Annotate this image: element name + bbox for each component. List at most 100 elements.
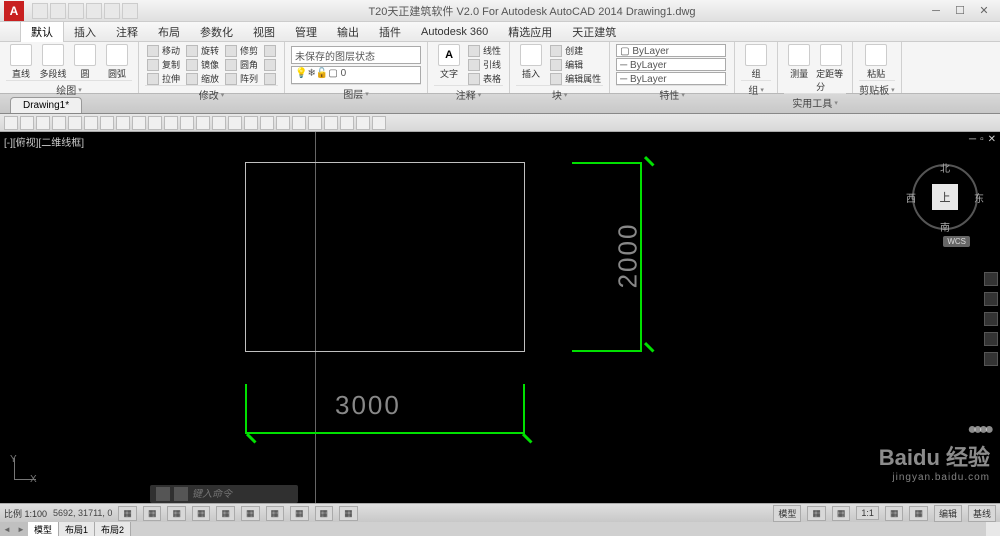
horizontal-dimension[interactable] [245,432,525,434]
tb-btn[interactable] [132,116,146,130]
viewcube-face[interactable]: 上 [932,184,958,210]
tb-btn[interactable] [196,116,210,130]
status-toggle[interactable]: ▦ [909,506,928,521]
line-button[interactable]: 直线 [6,44,36,80]
panel-label[interactable]: 绘图 [6,80,132,98]
status-toggle[interactable]: ▦ [167,506,186,521]
text-button[interactable]: A文字 [434,44,464,85]
command-input[interactable] [192,489,292,500]
modelspace-button[interactable]: 模型 [773,505,801,522]
panel-label[interactable]: 剪贴板 [859,80,895,98]
tb-btn[interactable] [260,116,274,130]
viewport-restore-icon[interactable]: ▫ [980,134,984,145]
qat-btn[interactable] [122,3,138,19]
status-toggle[interactable]: ▦ [339,506,358,521]
status-toggle[interactable]: ▦ [216,506,235,521]
status-toggle[interactable]: ▦ [315,506,334,521]
viewport-minimize-icon[interactable]: ─ [969,134,976,145]
lineweight-combo[interactable]: ─ ByLayer [616,58,726,71]
mirror-button[interactable]: 镜像 [184,58,221,71]
layer-combo[interactable]: 💡❄🔓▢ 0 [291,66,421,84]
panel-label[interactable]: 实用工具 [784,93,846,111]
leader-button[interactable]: 引线 [466,58,503,71]
edit-block-button[interactable]: 编辑 [548,58,603,71]
nav-zoom-icon[interactable] [984,312,998,326]
rectangle-entity[interactable] [245,162,525,352]
stretch-button[interactable]: 拉伸 [145,72,182,85]
tb-btn[interactable] [244,116,258,130]
scroll-right-icon[interactable]: ► [14,522,28,536]
edit-button[interactable]: 编辑 [934,505,962,522]
mod-extra[interactable] [262,58,278,71]
table-button[interactable]: 表格 [466,72,503,85]
status-toggle[interactable]: ▦ [290,506,309,521]
polyline-button[interactable]: 多段线 [38,44,68,80]
tab-plugins[interactable]: 插件 [369,22,411,42]
linear-dim-button[interactable]: 线性 [466,44,503,57]
tb-btn[interactable] [36,116,50,130]
tb-btn[interactable] [372,116,386,130]
move-button[interactable]: 移动 [145,44,182,57]
paste-button[interactable]: 粘贴 [861,44,891,80]
qat-btn[interactable] [32,3,48,19]
tb-btn[interactable] [100,116,114,130]
tab-output[interactable]: 输出 [327,22,369,42]
command-line[interactable] [150,485,298,503]
group-button[interactable]: 组 [741,44,771,80]
qat-btn[interactable] [68,3,84,19]
maximize-button[interactable]: ☐ [950,3,970,19]
status-toggle[interactable]: ▦ [807,506,826,521]
viewport-label[interactable]: [-][俯视][二维线框] [4,134,84,149]
status-toggle[interactable]: ▦ [266,506,285,521]
qat-btn[interactable] [104,3,120,19]
status-toggle[interactable]: ▦ [241,506,260,521]
tb-btn[interactable] [116,116,130,130]
panel-label[interactable]: 修改 [145,85,278,103]
qat-btn[interactable] [50,3,66,19]
tb-btn[interactable] [276,116,290,130]
status-toggle[interactable]: ▦ [118,506,137,521]
tab-layout[interactable]: 布局 [148,22,190,42]
layout-tab-model[interactable]: 模型 [28,522,59,536]
linetype-combo[interactable]: ─ ByLayer [616,72,726,85]
panel-label[interactable]: 块 [516,85,603,103]
nav-orbit-icon[interactable] [984,332,998,346]
tb-btn[interactable] [308,116,322,130]
array-button[interactable]: 阵列 [223,72,260,85]
viewcube[interactable]: 上 北 南 东 西 [910,162,980,232]
tb-btn[interactable] [356,116,370,130]
circle-button[interactable]: 圆 [70,44,100,80]
qat-btn[interactable] [86,3,102,19]
mod-extra[interactable] [262,72,278,85]
tb-btn[interactable] [212,116,226,130]
file-tab[interactable]: Drawing1* [10,97,82,113]
scroll-left-icon[interactable]: ◄ [0,522,14,536]
tab-annotate[interactable]: 注释 [106,22,148,42]
tb-btn[interactable] [84,116,98,130]
wcs-badge[interactable]: WCS [943,236,970,247]
status-toggle[interactable]: ▦ [885,506,904,521]
status-toggle[interactable]: ▦ [143,506,162,521]
tb-btn[interactable] [4,116,18,130]
status-toggle[interactable]: ▦ [192,506,211,521]
tab-a360[interactable]: Autodesk 360 [411,24,498,40]
copy-button[interactable]: 复制 [145,58,182,71]
color-combo[interactable]: ▢ ByLayer [616,44,726,57]
panel-label[interactable]: 注释 [434,85,503,103]
minimize-button[interactable]: ─ [926,3,946,19]
edit-attr-button[interactable]: 编辑属性 [548,72,603,85]
tb-btn[interactable] [20,116,34,130]
nav-wheel-icon[interactable] [984,272,998,286]
tab-insert[interactable]: 插入 [64,22,106,42]
tb-btn[interactable] [324,116,338,130]
measure-button[interactable]: 测量 [784,44,814,93]
tab-tangent[interactable]: 天正建筑 [562,22,626,42]
layer-state-combo[interactable]: 未保存的图层状态 [291,46,421,64]
status-toggle[interactable]: ▦ [832,506,851,521]
panel-label[interactable]: 组 [741,80,771,98]
tb-btn[interactable] [164,116,178,130]
insert-button[interactable]: 插入 [516,44,546,85]
trim-button[interactable]: 修剪 [223,44,260,57]
rotate-button[interactable]: 旋转 [184,44,221,57]
nav-showmotion-icon[interactable] [984,352,998,366]
